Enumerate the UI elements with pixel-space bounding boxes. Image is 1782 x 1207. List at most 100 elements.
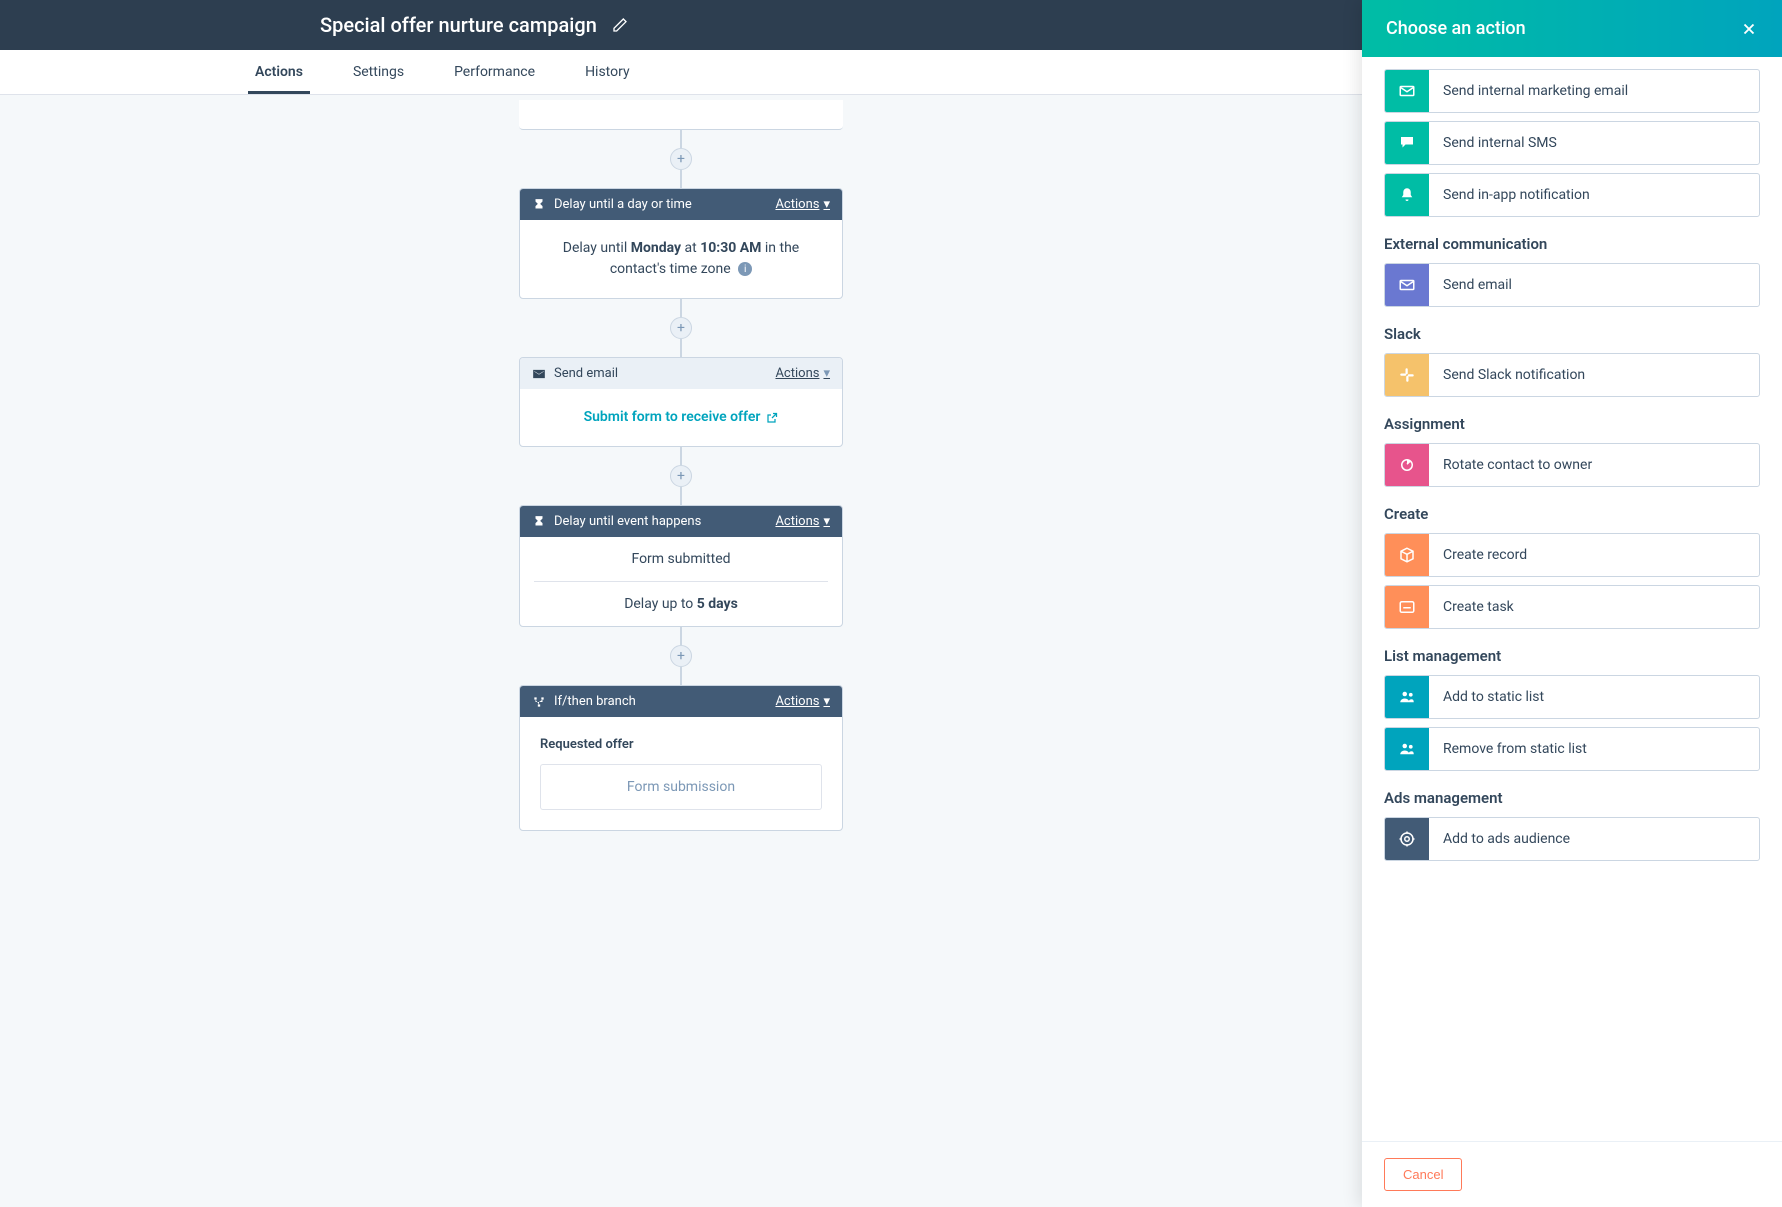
duration-value: 5 days: [697, 596, 738, 612]
section-label: Assignment: [1384, 415, 1760, 433]
chevron-down-icon: ▾: [823, 694, 830, 709]
delay-duration: Delay up to 5 days: [534, 582, 828, 626]
people-icon: [1385, 676, 1429, 718]
section-label: Create: [1384, 505, 1760, 523]
mail-icon: [532, 367, 546, 381]
action-label: Send internal SMS: [1429, 135, 1571, 151]
close-icon[interactable]: [1740, 20, 1758, 38]
add-step-button[interactable]: +: [670, 465, 692, 487]
tab-label: Settings: [353, 64, 404, 80]
card-actions-menu[interactable]: Actions ▾: [775, 366, 830, 381]
mail-icon: [1385, 264, 1429, 306]
tab-settings[interactable]: Settings: [328, 50, 429, 94]
action-item[interactable]: Rotate contact to owner: [1384, 443, 1760, 487]
action-item[interactable]: Send email: [1384, 263, 1760, 307]
connector: [680, 170, 682, 188]
section-label: List management: [1384, 647, 1760, 665]
section-label: Ads management: [1384, 789, 1760, 807]
task-icon: [1385, 586, 1429, 628]
card-header: Send email Actions ▾: [520, 358, 842, 389]
actions-label: Actions: [775, 366, 819, 381]
tab-performance[interactable]: Performance: [429, 50, 560, 94]
cube-icon: [1385, 534, 1429, 576]
info-icon[interactable]: i: [738, 262, 752, 276]
action-chooser-panel: Choose an action Send internal marketing…: [1362, 0, 1782, 1207]
workflow-card-delay[interactable]: Delay until a day or time Actions ▾ Dela…: [519, 188, 843, 299]
workflow-card-event-delay[interactable]: Delay until event happens Actions ▾ Form…: [519, 505, 843, 627]
target-icon: [1385, 818, 1429, 860]
connector: [680, 130, 682, 148]
event-name: Form submitted: [534, 537, 828, 582]
action-item[interactable]: Send internal SMS: [1384, 121, 1760, 165]
action-label: Create task: [1429, 599, 1528, 615]
chevron-down-icon: ▾: [823, 366, 830, 381]
actions-label: Actions: [775, 197, 819, 212]
action-label: Send internal marketing email: [1429, 83, 1642, 99]
action-item[interactable]: Create record: [1384, 533, 1760, 577]
branch-name: Requested offer: [540, 737, 822, 752]
action-label: Send Slack notification: [1429, 367, 1599, 383]
mail-icon: [1385, 70, 1429, 112]
panel-body[interactable]: Send internal marketing email Send intern…: [1362, 57, 1782, 1141]
connector: [680, 447, 682, 465]
action-item[interactable]: Remove from static list: [1384, 727, 1760, 771]
action-item[interactable]: Send internal marketing email: [1384, 69, 1760, 113]
add-step-button[interactable]: +: [670, 645, 692, 667]
delay-time: 10:30 AM: [700, 240, 761, 256]
action-item[interactable]: Send Slack notification: [1384, 353, 1760, 397]
connector: [680, 487, 682, 505]
card-actions-menu[interactable]: Actions ▾: [775, 694, 830, 709]
action-label: Create record: [1429, 547, 1541, 563]
card-header: If/then branch Actions ▾: [520, 686, 842, 717]
branch-condition: Form submission: [540, 764, 822, 810]
action-label: Add to static list: [1429, 689, 1558, 705]
email-link[interactable]: Submit form to receive offer: [520, 389, 842, 446]
action-label: Send email: [1429, 277, 1526, 293]
chat-icon: [1385, 122, 1429, 164]
chevron-down-icon: ▾: [823, 514, 830, 529]
card-header: Delay until a day or time Actions ▾: [520, 189, 842, 220]
text: at: [681, 240, 700, 256]
action-item[interactable]: Create task: [1384, 585, 1760, 629]
text: Delay until: [563, 240, 631, 256]
section-label: External communication: [1384, 235, 1760, 253]
action-item[interactable]: Add to ads audience: [1384, 817, 1760, 861]
panel-header: Choose an action: [1362, 0, 1782, 57]
action-item[interactable]: Send in-app notification: [1384, 173, 1760, 217]
branch-icon: [532, 695, 546, 709]
external-link-icon: [766, 412, 778, 424]
hourglass-icon: [532, 515, 546, 529]
card-actions-menu[interactable]: Actions ▾: [775, 197, 830, 212]
section-label: Slack: [1384, 325, 1760, 343]
connector: [680, 299, 682, 317]
card-body: Delay until Monday at 10:30 AM in the co…: [520, 220, 842, 298]
add-step-button[interactable]: +: [670, 317, 692, 339]
tab-actions[interactable]: Actions: [230, 50, 328, 94]
panel-title: Choose an action: [1386, 18, 1526, 39]
card-header: Delay until event happens Actions ▾: [520, 506, 842, 537]
action-label: Send in-app notification: [1429, 187, 1604, 203]
workflow-card-partial[interactable]: [519, 100, 843, 130]
rotate-icon: [1385, 444, 1429, 486]
card-title: Delay until a day or time: [554, 197, 692, 212]
slack-icon: [1385, 354, 1429, 396]
card-actions-menu[interactable]: Actions ▾: [775, 514, 830, 529]
action-label: Rotate contact to owner: [1429, 457, 1606, 473]
workflow-card-branch[interactable]: If/then branch Actions ▾ Requested offer…: [519, 685, 843, 831]
card-title: If/then branch: [554, 694, 636, 709]
text: Delay up to: [624, 596, 697, 612]
workflow-canvas: + Delay until a day or time Actions ▾ De…: [0, 95, 1362, 1207]
action-item[interactable]: Add to static list: [1384, 675, 1760, 719]
workflow-card-email[interactable]: Send email Actions ▾ Submit form to rece…: [519, 357, 843, 447]
actions-label: Actions: [775, 694, 819, 709]
cancel-button[interactable]: Cancel: [1384, 1158, 1462, 1191]
edit-icon[interactable]: [612, 17, 628, 33]
tab-label: Performance: [454, 64, 535, 80]
add-step-button[interactable]: +: [670, 148, 692, 170]
hourglass-icon: [532, 198, 546, 212]
card-title: Delay until event happens: [554, 514, 701, 529]
bell-icon: [1385, 174, 1429, 216]
tab-history[interactable]: History: [560, 50, 655, 94]
chevron-down-icon: ▾: [823, 197, 830, 212]
tab-label: Actions: [255, 64, 303, 80]
